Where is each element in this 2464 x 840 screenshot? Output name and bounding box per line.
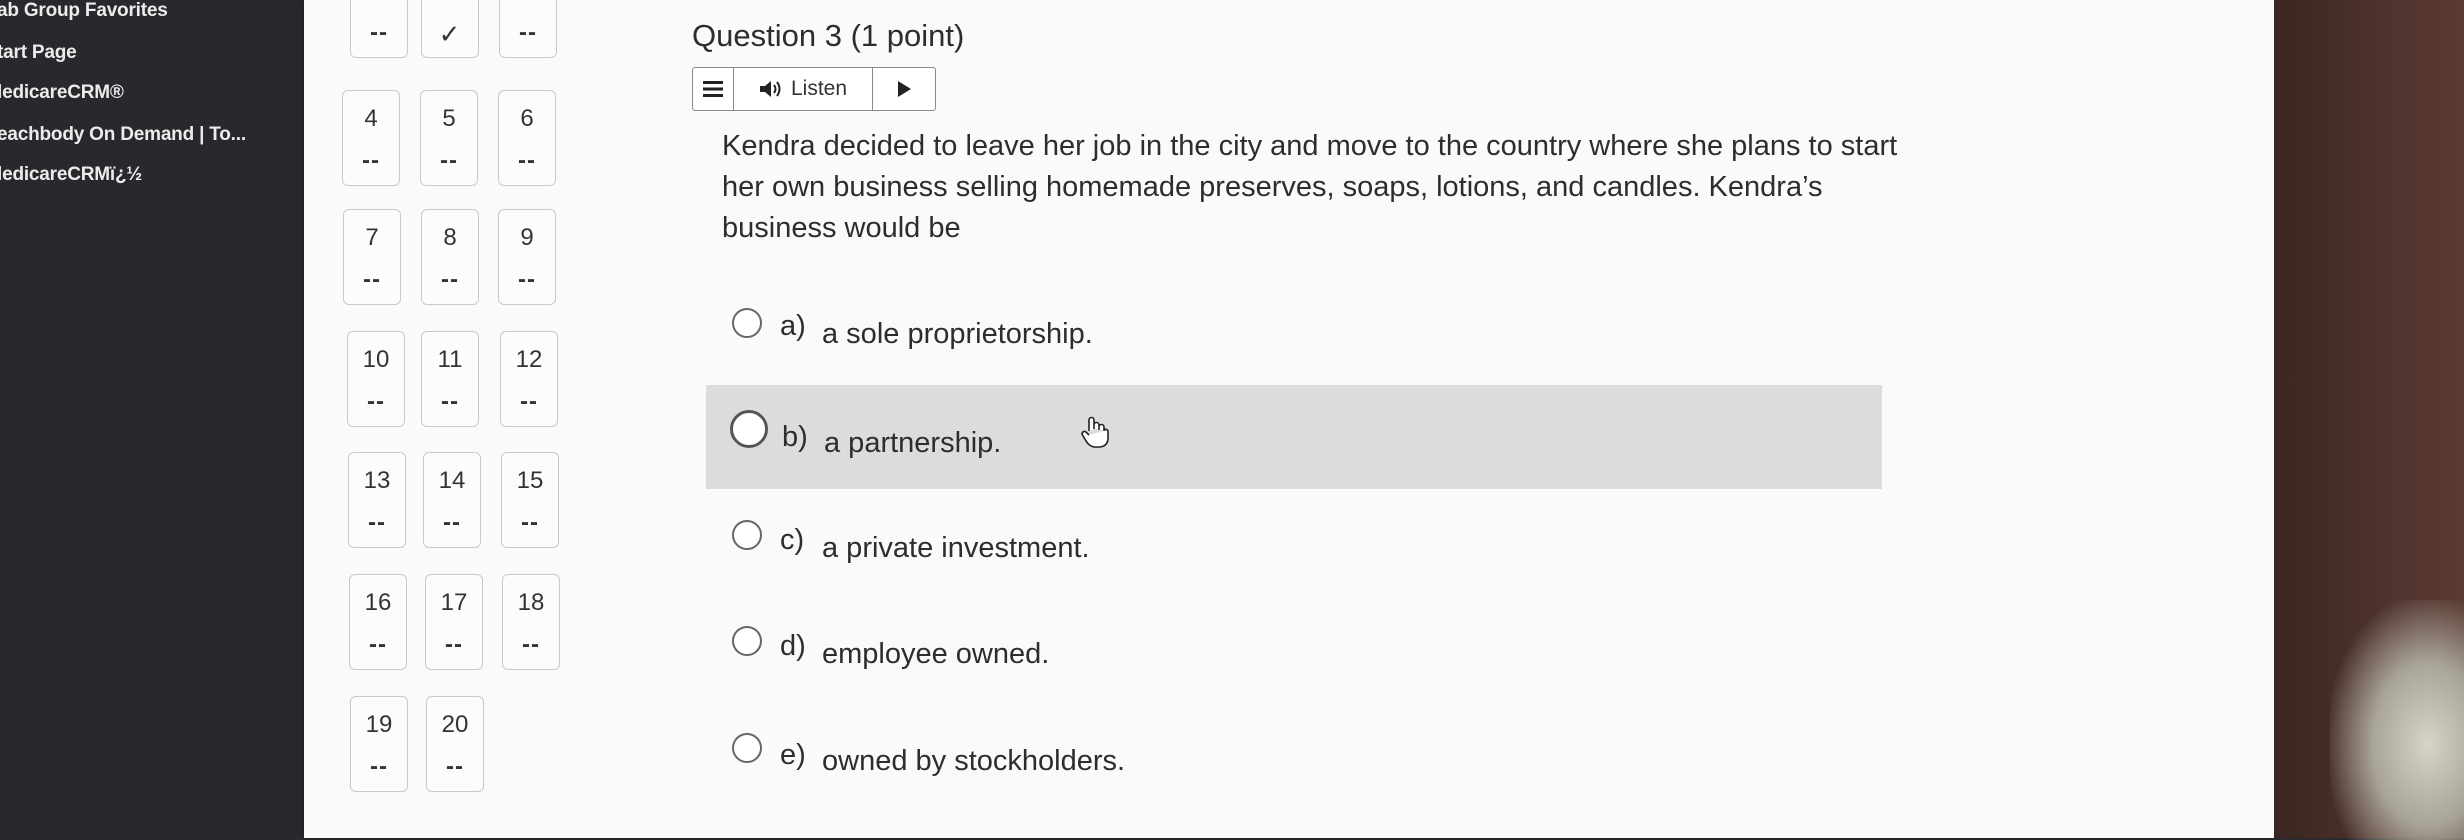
question-number: 8 — [443, 224, 457, 251]
question-status: -- — [518, 266, 536, 293]
question-number: 6 — [520, 105, 534, 132]
question-nav-button[interactable]: 12 -- — [500, 331, 558, 427]
hand-cursor-icon — [1081, 416, 1109, 448]
question-status: -- — [443, 509, 461, 536]
question-status: -- — [441, 266, 459, 293]
answer-option-e[interactable]: e) owned by stockholders. — [722, 727, 1882, 811]
question-number: 2 — [422, 0, 478, 5]
favorites-panel: ab Group Favorites tart Page ledicareCRM… — [0, 0, 300, 838]
question-nav-button[interactable]: 4 -- — [342, 90, 400, 186]
question-number: 13 — [363, 467, 391, 494]
question-status: -- — [441, 388, 459, 415]
question-nav-button[interactable]: 9 -- — [498, 209, 556, 305]
answer-option-d[interactable]: d) employee owned. — [722, 620, 1882, 704]
question-number: 20 — [441, 711, 469, 738]
favorite-link[interactable]: eachbody On Demand | To... — [0, 124, 246, 146]
radio-button[interactable] — [732, 733, 762, 763]
question-status: -- — [520, 388, 538, 415]
question-status: -- — [440, 147, 458, 174]
answer-text: a partnership. — [824, 427, 1002, 459]
favorite-link[interactable]: ab Group Favorites — [0, 0, 168, 22]
question-status: -- — [368, 509, 386, 536]
question-points: (1 point) — [850, 18, 965, 53]
question-nav-button[interactable]: 20 -- — [426, 696, 484, 792]
question-status: -- — [446, 753, 464, 780]
radio-button[interactable] — [732, 520, 762, 550]
favorite-link[interactable]: ledicareCRMï¿½ — [0, 164, 142, 186]
question-number: 1 — [351, 0, 407, 5]
question-nav-button[interactable]: 17 -- — [425, 574, 483, 670]
listen-label: Listen — [790, 77, 848, 100]
question-number: 4 — [364, 105, 378, 132]
answer-text: a sole proprietorship. — [822, 318, 1093, 350]
question-status: -- — [367, 388, 385, 415]
answer-option-a[interactable]: a) a sole proprietorship. — [722, 300, 1882, 384]
answer-text: a private investment. — [822, 532, 1090, 564]
answer-option-c[interactable]: c) a private investment. — [722, 512, 1882, 596]
menu-icon[interactable] — [693, 68, 734, 110]
question-status: -- — [519, 19, 537, 46]
question-nav-button[interactable]: 14 -- — [423, 452, 481, 548]
question-status: -- — [369, 631, 387, 658]
question-nav-button[interactable]: 6 -- — [498, 90, 556, 186]
question-status: -- — [522, 631, 540, 658]
question-number: 18 — [517, 589, 545, 616]
answer-option-b[interactable]: b) a partnership. — [706, 385, 1882, 489]
play-icon[interactable] — [873, 68, 935, 110]
question-number: 11 — [437, 346, 463, 373]
question-number: 17 — [440, 589, 468, 616]
answer-letter: a) — [780, 310, 806, 342]
question-status: -- — [518, 147, 536, 174]
listen-button[interactable]: Listen — [734, 68, 873, 110]
answer-letter: d) — [780, 630, 806, 662]
question-number: 15 — [516, 467, 544, 494]
question-number: 9 — [520, 224, 534, 251]
question-status: -- — [362, 147, 380, 174]
answered-check-icon: ✓ — [438, 19, 462, 49]
question-nav-button[interactable]: 2 ✓ — [421, 0, 479, 58]
question-number: 5 — [442, 105, 456, 132]
question-status: -- — [370, 19, 388, 46]
question-number: 19 — [365, 711, 393, 738]
question-number: 16 — [364, 589, 392, 616]
question-number-label: Question 3 — [692, 18, 842, 53]
answer-text: employee owned. — [822, 638, 1050, 670]
question-nav-button[interactable]: 3 -- — [499, 0, 557, 58]
question-number: 10 — [362, 346, 390, 373]
question-status: -- — [363, 266, 381, 293]
question-number: 3 — [500, 0, 556, 5]
question-nav-button[interactable]: 5 -- — [420, 90, 478, 186]
question-title: Question 3 (1 point) — [692, 18, 964, 54]
question-nav-button[interactable]: 11 -- — [421, 331, 479, 427]
answer-letter: c) — [780, 524, 805, 556]
radio-button[interactable] — [732, 308, 762, 338]
favorite-link[interactable]: tart Page — [0, 42, 77, 64]
desk-reflection — [2330, 600, 2464, 840]
question-number: 7 — [365, 224, 379, 251]
radio-button[interactable] — [730, 410, 768, 448]
question-nav-button[interactable]: 19 -- — [350, 696, 408, 792]
question-status: -- — [445, 631, 463, 658]
question-nav-button[interactable]: 8 -- — [421, 209, 479, 305]
speaker-icon — [759, 81, 781, 97]
question-status: -- — [370, 753, 388, 780]
question-number: 12 — [515, 346, 543, 373]
answer-text: owned by stockholders. — [822, 745, 1126, 777]
radio-button[interactable] — [732, 626, 762, 656]
question-nav-button[interactable]: 13 -- — [348, 452, 406, 548]
answer-letter: e) — [780, 739, 806, 771]
question-nav-button[interactable]: 10 -- — [347, 331, 405, 427]
listen-toolbar: Listen — [692, 67, 936, 111]
question-nav-button[interactable]: 1 -- — [350, 0, 408, 58]
question-number: 14 — [438, 467, 466, 494]
answer-letter: b) — [782, 421, 808, 453]
question-nav-button[interactable]: 7 -- — [343, 209, 401, 305]
question-prompt: Kendra decided to leave her job in the c… — [722, 130, 1898, 244]
question-nav-button[interactable]: 16 -- — [349, 574, 407, 670]
question-status: -- — [521, 509, 539, 536]
question-nav-button[interactable]: 18 -- — [502, 574, 560, 670]
question-nav-button[interactable]: 15 -- — [501, 452, 559, 548]
favorite-link[interactable]: ledicareCRM® — [0, 82, 124, 104]
